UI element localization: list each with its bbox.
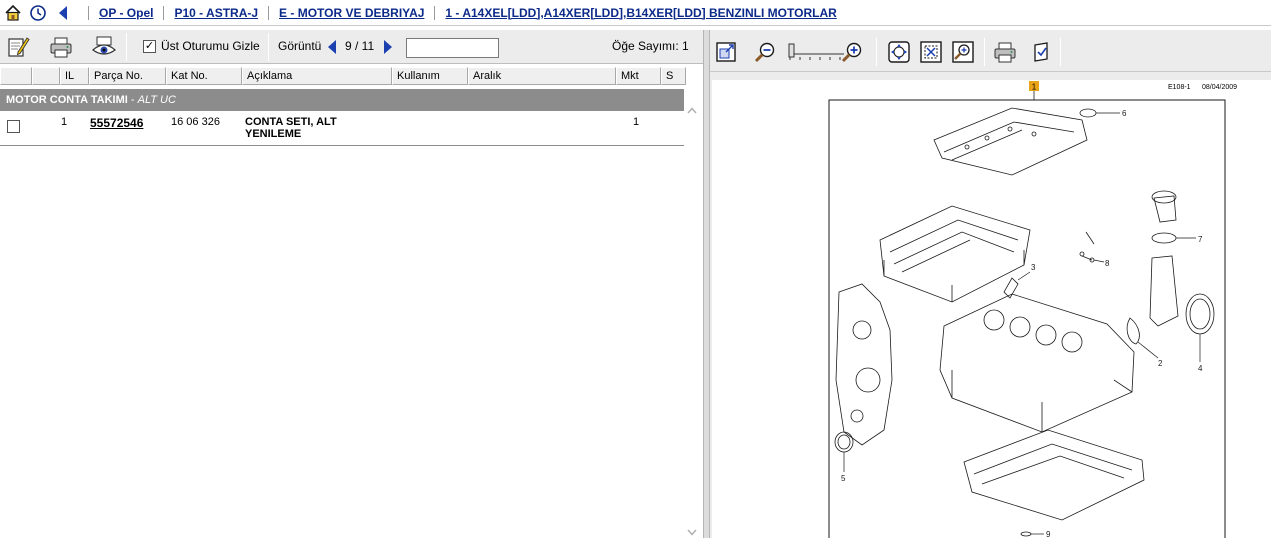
crumb-separator	[434, 5, 436, 20]
callout-4[interactable]: 4	[1198, 364, 1203, 373]
callout-2[interactable]: 2	[1158, 359, 1163, 368]
eye-preview-icon[interactable]	[90, 33, 118, 61]
prev-view-icon[interactable]	[327, 39, 337, 55]
zoom-out-icon[interactable]	[751, 38, 779, 66]
crumb-separator	[163, 5, 165, 20]
column-header-qty[interactable]: Mkt	[616, 67, 661, 85]
toolbar-separator	[1060, 38, 1061, 66]
hide-header-label: Üst Oturumu Gizle	[161, 39, 260, 53]
cell-qty: 1	[633, 116, 640, 128]
callout-5[interactable]: 5	[841, 474, 846, 483]
exploded-diagram[interactable]: 1 E108-1 08/04/2009 6 7 8 3 2 4 5 9	[712, 80, 1271, 538]
group-dash: -	[130, 94, 138, 106]
description-line-1: CONTA SETI, ALT	[245, 116, 337, 128]
home-icon[interactable]	[3, 3, 23, 23]
exploded-diagram-canvas[interactable]: 1 E108-1 08/04/2009 6 7 8 3 2 4 5 9	[712, 80, 1271, 538]
breadcrumb-model[interactable]: P10 - ASTRA-J	[174, 6, 258, 20]
zoom-select-icon[interactable]	[949, 38, 977, 66]
description-line-2: YENILEME	[245, 128, 302, 140]
view-page-indicator: 9 / 11	[345, 39, 375, 53]
table-row[interactable]: 1 55572546 16 06 326 CONTA SETI, ALT YEN…	[0, 112, 684, 146]
pan-icon[interactable]	[885, 38, 913, 66]
row-select-checkbox[interactable]	[7, 120, 20, 133]
group-sub: ALT UC	[137, 94, 176, 106]
printer-icon[interactable]	[47, 33, 75, 61]
parts-list-pane: ✓ Üst Oturumu Gizle Görüntü 9 / 11 Öğe S…	[0, 30, 703, 538]
callout-7[interactable]: 7	[1198, 235, 1203, 244]
scroll-up-icon[interactable]	[687, 103, 697, 117]
callout-9[interactable]: 9	[1046, 530, 1051, 538]
toolbar-separator	[876, 38, 877, 66]
pane-splitter[interactable]	[703, 30, 710, 538]
diagram-date: 08/04/2009	[1202, 84, 1237, 91]
view-label: Görüntü	[278, 39, 322, 53]
breadcrumb-group[interactable]: E - MOTOR VE DEBRIYAJ	[279, 6, 424, 20]
callout-6[interactable]: 6	[1122, 109, 1127, 118]
breadcrumb-make[interactable]: OP - Opel	[99, 6, 153, 20]
column-header-il[interactable]: IL	[60, 67, 89, 85]
column-header-part-no[interactable]: Parça No.	[89, 67, 166, 85]
cell-kat-no: 16 06 326	[171, 116, 220, 128]
printer-icon[interactable]	[991, 38, 1019, 66]
toolbar-separator	[126, 33, 127, 61]
zoom-in-icon[interactable]	[838, 38, 866, 66]
back-arrow-icon[interactable]	[53, 3, 73, 23]
breadcrumb-bar: OP - Opel P10 - ASTRA-J E - MOTOR VE DEB…	[0, 0, 1271, 26]
notepad-edit-icon[interactable]	[4, 33, 32, 61]
item-count-label: Öğe Sayımı: 1	[612, 39, 689, 53]
crumb-separator	[268, 5, 270, 20]
column-header-blank[interactable]	[32, 67, 60, 85]
column-header-usage[interactable]: Kullanım	[392, 67, 468, 85]
callout-8[interactable]: 8	[1105, 259, 1110, 268]
cell-part-no[interactable]: 55572546	[90, 116, 143, 130]
app-window: OP - Opel P10 - ASTRA-J E - MOTOR VE DEB…	[0, 0, 1271, 538]
clock-icon[interactable]	[28, 3, 48, 23]
scroll-down-icon[interactable]	[687, 525, 697, 538]
breadcrumb-section[interactable]: 1 - A14XEL[LDD],A14XER[LDD],B14XER[LDD] …	[445, 6, 836, 20]
crumb-separator	[88, 5, 89, 20]
toolbar-separator	[984, 38, 985, 66]
column-header-select[interactable]	[0, 67, 32, 85]
diagram-toolbar	[710, 30, 1271, 72]
ref-badge-label: 1	[1032, 83, 1037, 92]
page-jump-input[interactable]	[406, 38, 499, 58]
toolbar-separator	[268, 33, 269, 61]
column-header-s[interactable]: S	[661, 67, 686, 85]
callout-3[interactable]: 3	[1031, 263, 1036, 272]
fit-window-icon[interactable]	[712, 38, 740, 66]
group-name: MOTOR CONTA TAKIMI	[6, 94, 128, 106]
export-icon[interactable]	[1027, 38, 1055, 66]
column-header-description[interactable]: Açıklama	[242, 67, 392, 85]
cell-description: CONTA SETI, ALT YENILEME	[245, 116, 385, 140]
diagram-code: E108-1	[1168, 84, 1191, 91]
next-view-icon[interactable]	[383, 39, 393, 55]
hide-header-checkbox[interactable]: ✓	[143, 40, 156, 53]
group-header-row: MOTOR CONTA TAKIMI - ALT UC	[0, 89, 684, 111]
table-header: IL Parça No. Kat No. Açıklama Kullanım A…	[0, 67, 686, 85]
cell-il: 1	[61, 116, 68, 128]
diagram-pane: 1 E108-1 08/04/2009 6 7 8 3 2 4 5 9	[710, 30, 1271, 538]
column-header-kat-no[interactable]: Kat No.	[166, 67, 242, 85]
column-header-range[interactable]: Aralık	[468, 67, 616, 85]
zoom-area-icon[interactable]	[917, 38, 945, 66]
list-scrollbar[interactable]	[684, 89, 700, 538]
parts-toolbar: ✓ Üst Oturumu Gizle Görüntü 9 / 11 Öğe S…	[0, 30, 703, 64]
